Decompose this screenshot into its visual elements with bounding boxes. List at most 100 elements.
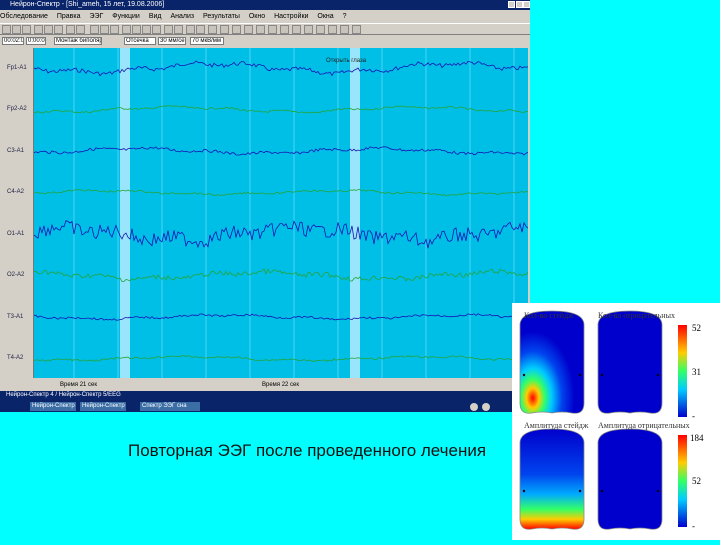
eeg-trace: [33, 146, 529, 156]
color-scale-bottom: [678, 435, 687, 527]
topomap-count-negative: [597, 310, 663, 414]
toolbar-button[interactable]: [132, 25, 141, 34]
scale-max-bottom: 184: [690, 433, 704, 443]
topomap-amplitude-negative: [597, 428, 663, 530]
menu-bar: Обследование Правка ЭЭГ Функции Вид Анал…: [0, 10, 530, 23]
menu-item-analysis[interactable]: Анализ: [170, 13, 194, 20]
menu-item-settings[interactable]: Настройки: [274, 13, 308, 20]
channel-label[interactable]: C3-A1: [7, 148, 24, 154]
map-title: Амплитуда отрицательных: [598, 421, 690, 430]
toolbar-button[interactable]: [142, 25, 151, 34]
status-bar: Время 21 сек Время 22 сек: [0, 380, 530, 390]
speed-select[interactable]: 30 мм/сек: [158, 37, 186, 45]
taskbar-button[interactable]: Спектр ЭЭГ сна: [140, 402, 200, 411]
toolbar-button[interactable]: [340, 25, 349, 34]
scale-min-top: -: [692, 411, 695, 421]
taskbar: Нейрон-Спектр 4 / Нейрон-Спектр 5/EEG Не…: [0, 391, 530, 412]
scale-max-top: 52: [692, 323, 701, 333]
toolbar-button[interactable]: [304, 25, 313, 34]
tray-icon[interactable]: [482, 403, 490, 411]
menu-item-view[interactable]: Вид: [149, 13, 162, 20]
menu-item-edit[interactable]: Правка: [57, 13, 81, 20]
channel-label[interactable]: O1-A1: [7, 231, 24, 237]
menu-item-functions[interactable]: Функции: [112, 13, 140, 20]
minimize-button[interactable]: [508, 1, 515, 8]
toolbar-button[interactable]: [186, 25, 195, 34]
toolbar-button[interactable]: [66, 25, 75, 34]
maximize-button[interactable]: [516, 1, 523, 8]
toolbar-button[interactable]: [152, 25, 161, 34]
toolbar-button[interactable]: [220, 25, 229, 34]
menu-item-eeg[interactable]: ЭЭГ: [89, 13, 103, 20]
control-bar: 00:02:07 0:00:03 Монтаж биполярный 6 Кан…: [0, 36, 530, 47]
toolbar: [0, 23, 530, 35]
toolbar-button[interactable]: [196, 25, 205, 34]
menu-item-exam[interactable]: Обследование: [0, 13, 48, 20]
channel-label[interactable]: C4-A2: [7, 189, 24, 195]
toolbar-button[interactable]: [76, 25, 85, 34]
eeg-trace: [33, 268, 529, 282]
toolbar-button[interactable]: [208, 25, 217, 34]
scale-mid-bottom: 52: [692, 476, 701, 486]
menu-item-help[interactable]: ?: [343, 13, 347, 20]
menu-item-results[interactable]: Результаты: [203, 13, 240, 20]
color-scale-top: [678, 325, 687, 417]
toolbar-button[interactable]: [256, 25, 265, 34]
toolbar-button[interactable]: [2, 25, 11, 34]
toolbar-button[interactable]: [44, 25, 53, 34]
channel-label[interactable]: Fp1-A1: [7, 65, 27, 71]
sensitivity-select[interactable]: 70 мкВ/мм: [190, 37, 224, 45]
channel-label[interactable]: Fp2-A2: [7, 106, 27, 112]
toolbar-button[interactable]: [316, 25, 325, 34]
toolbar-button[interactable]: [292, 25, 301, 34]
status-time-right: Время 22 сек: [262, 382, 300, 388]
channel-label[interactable]: T3-A1: [7, 314, 23, 320]
toolbar-button[interactable]: [280, 25, 289, 34]
menu-item-windows[interactable]: Окна: [317, 13, 333, 20]
tray-icon[interactable]: [470, 403, 478, 411]
toolbar-button[interactable]: [164, 25, 173, 34]
status-time-left: Время 21 сек: [60, 382, 98, 388]
topomap-count-stage: [519, 310, 585, 414]
title-bar: Нейрон-Спектр - [Shi_ameh, 15 лет, 19.08…: [0, 0, 530, 10]
topographic-maps: Кол-во стейдж Кол-во отрицательных Ампли…: [512, 303, 720, 540]
eeg-trace: [33, 313, 528, 321]
close-button[interactable]: [523, 1, 530, 8]
toolbar-button[interactable]: [268, 25, 277, 34]
taskbar-button[interactable]: Нейрон-Спектр: [80, 402, 126, 411]
menu-item-window[interactable]: Окно: [249, 13, 265, 20]
toolbar-button[interactable]: [54, 25, 63, 34]
eeg-window: Нейрон-Спектр - [Shi_ameh, 15 лет, 19.08…: [0, 0, 530, 412]
eeg-trace: [33, 354, 529, 362]
topomap-amplitude-stage: [519, 428, 585, 530]
eeg-trace: [33, 220, 529, 249]
filter-select[interactable]: Отсечка: [124, 37, 156, 45]
eeg-trace: [33, 189, 529, 197]
montage-select[interactable]: Монтаж биполярный 6 Кан.: [54, 37, 102, 45]
position-field[interactable]: 0:00:03: [26, 37, 46, 45]
toolbar-button[interactable]: [110, 25, 119, 34]
channel-panel: Fp1-A1 Fp2-A2 C3-A1 C4-A2 O1-A1 O2-A2 T3…: [0, 48, 34, 378]
map-title: Амплитуда стейдж: [524, 421, 589, 430]
eeg-trace: [33, 105, 529, 114]
time-field[interactable]: 00:02:07: [2, 37, 24, 45]
slide-caption: Повторная ЭЭГ после проведенного лечения: [128, 441, 487, 460]
channel-label[interactable]: O2-A2: [7, 272, 24, 278]
scale-min-bottom: -: [692, 521, 695, 531]
toolbar-button[interactable]: [232, 25, 241, 34]
toolbar-button[interactable]: [22, 25, 31, 34]
toolbar-button[interactable]: [90, 25, 99, 34]
eeg-traces: [33, 48, 529, 378]
toolbar-button[interactable]: [174, 25, 183, 34]
toolbar-button[interactable]: [244, 25, 253, 34]
toolbar-button[interactable]: [100, 25, 109, 34]
toolbar-button[interactable]: [12, 25, 21, 34]
toolbar-button[interactable]: [34, 25, 43, 34]
toolbar-button[interactable]: [328, 25, 337, 34]
taskbar-button[interactable]: Нейрон-Спектр: [30, 402, 76, 411]
channel-label[interactable]: T4-A2: [7, 355, 23, 361]
toolbar-button[interactable]: [352, 25, 361, 34]
eeg-annotation: Открыть глаза: [326, 58, 367, 64]
toolbar-button[interactable]: [122, 25, 131, 34]
eeg-plot-area[interactable]: Открыть глаза: [33, 48, 529, 378]
